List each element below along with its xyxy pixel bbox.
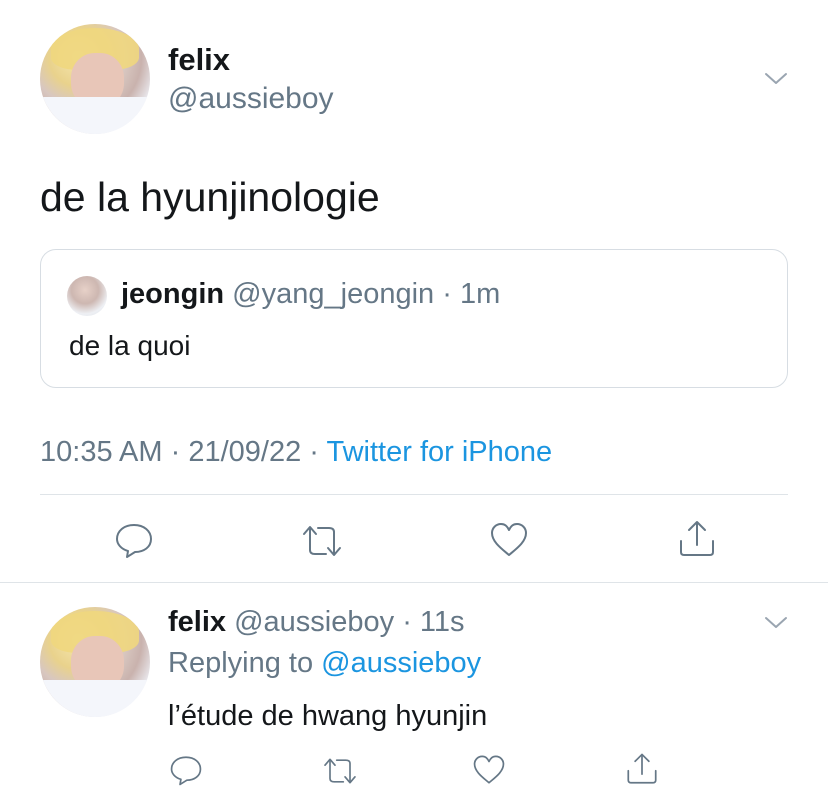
divider [40,494,788,495]
like-icon[interactable] [488,520,530,560]
tweet-text: l’étude de hwang hyunjin [168,700,488,732]
avatar[interactable] [40,607,150,717]
tweet-time: 10:35 AM [40,436,163,468]
tweet-text: de la hyunjinologie [40,174,380,220]
reply-icon[interactable] [168,753,204,787]
separator: · [402,606,412,638]
replying-to-label: Replying to [168,647,314,679]
replying-to: Replying to @aussieboy [168,647,481,680]
quoted-tweet-text: de la quoi [69,330,191,361]
avatar[interactable] [40,24,150,134]
separator: · [442,278,452,310]
tweet-source-link[interactable]: Twitter for iPhone [327,436,553,468]
display-name[interactable]: felix [168,42,230,78]
like-icon[interactable] [471,753,507,787]
tweet-time: 11s [419,606,465,638]
quoted-tweet-card[interactable]: jeongin @yang_jeongin · 1m de la quoi [40,249,788,388]
tweet-meta: 10:35 AM · 21/09/22 · Twitter for iPhone [40,436,552,469]
share-icon[interactable] [676,518,718,560]
separator: · [170,436,181,468]
chevron-down-icon[interactable] [762,68,790,88]
quoted-avatar [67,276,107,316]
separator: · [309,436,319,468]
quoted-handle: @yang_jeongin [232,278,435,310]
retweet-icon[interactable] [320,755,360,787]
reply-header: felix @aussieboy · 11s [168,606,465,639]
handle[interactable]: @aussieboy [168,82,334,116]
display-name[interactable]: felix [168,606,226,638]
replying-to-handle-link[interactable]: @aussieboy [321,647,481,679]
retweet-icon[interactable] [298,522,346,560]
tweet-date: 21/09/22 [188,436,302,468]
reply-icon[interactable] [113,520,155,560]
share-icon[interactable] [624,751,660,787]
divider [0,582,828,583]
quoted-display-name: jeongin [121,278,225,310]
handle[interactable]: @aussieboy [234,606,394,638]
quoted-time: 1m [459,278,501,310]
chevron-down-icon[interactable] [762,612,790,632]
